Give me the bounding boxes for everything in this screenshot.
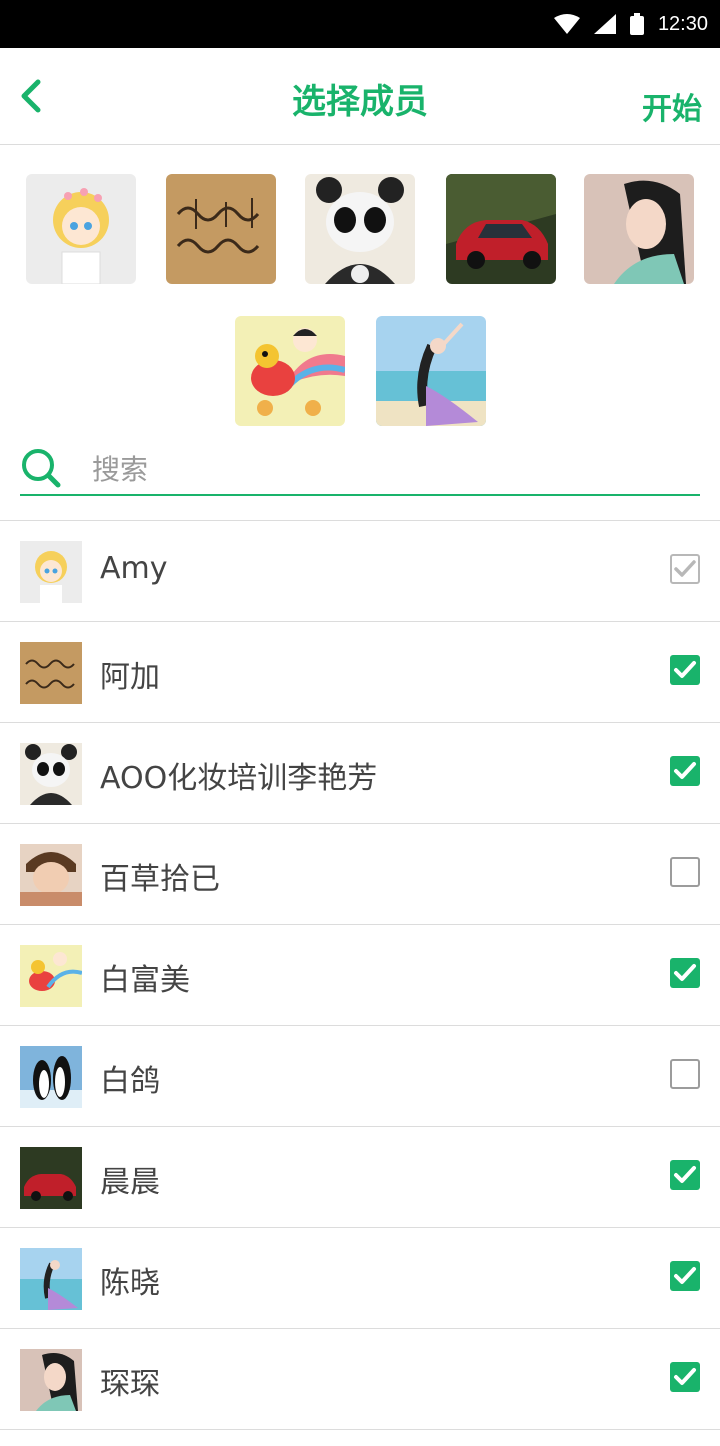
member-row[interactable]: Amy (0, 521, 720, 622)
start-button[interactable]: 开始 (642, 84, 702, 128)
navigation-bar: 选择成员 开始 (0, 48, 720, 145)
member-checkbox[interactable] (670, 958, 700, 988)
avatar (20, 541, 82, 603)
member-row[interactable]: 百草拾已 (0, 824, 720, 925)
beach-dancer-avatar-icon (376, 316, 486, 426)
member-list: Amy 阿加 AOO化妆培训李艳芳 百草拾已白富美白鸽晨晨陈晓琛琛 (0, 520, 720, 1430)
member-name: 琛琛 (100, 1367, 160, 1402)
panda-avatar-icon (305, 174, 415, 284)
member-name: 白富美 (100, 963, 190, 998)
avatar (20, 945, 82, 1007)
signal-icon (593, 14, 616, 34)
avatar (20, 743, 82, 805)
member-checkbox[interactable] (670, 1160, 700, 1190)
member-checkbox[interactable] (670, 1362, 700, 1392)
selected-avatar[interactable] (26, 174, 136, 284)
selected-avatar[interactable] (166, 174, 276, 284)
wifi-icon (553, 14, 580, 34)
anime-girl-avatar-icon (26, 174, 136, 284)
anime-girl-avatar-icon (20, 541, 82, 603)
selected-avatar[interactable] (376, 316, 486, 426)
avatar (20, 1046, 82, 1108)
red-car-avatar-icon (20, 1147, 82, 1209)
member-row[interactable]: 晨晨 (0, 1127, 720, 1228)
search-bar (20, 440, 700, 496)
selected-members-strip (0, 145, 720, 435)
penguins-avatar-icon (20, 1046, 82, 1108)
checkmark-icon (674, 1267, 696, 1284)
member-row[interactable]: AOO化妆培训李艳芳 (0, 723, 720, 824)
cartoon-bird-avatar-icon (235, 316, 345, 426)
member-row[interactable]: 阿加 (0, 622, 720, 723)
member-name: 陈晓 (100, 1266, 160, 1301)
search-icon (22, 449, 61, 488)
member-name: 白鸽 (100, 1064, 160, 1099)
avatar (20, 1248, 82, 1310)
avatar (20, 642, 82, 704)
selected-avatar[interactable] (584, 174, 694, 284)
avatar (20, 844, 82, 906)
member-row[interactable]: 陈晓 (0, 1228, 720, 1329)
selected-avatar[interactable] (446, 174, 556, 284)
calligraphy-avatar-icon (20, 642, 82, 704)
boy-photo-avatar-icon (20, 844, 82, 906)
member-name: 阿加 (100, 660, 160, 695)
woman-photo-avatar-icon (20, 1349, 82, 1411)
battery-icon (629, 13, 644, 35)
avatar (20, 1349, 82, 1411)
selected-avatar[interactable] (305, 174, 415, 284)
member-checkbox (670, 554, 700, 584)
search-input[interactable] (90, 448, 694, 490)
checkmark-icon (674, 762, 696, 779)
checkmark-icon (674, 661, 696, 678)
red-car-avatar-icon (446, 174, 556, 284)
member-name: 晨晨 (100, 1165, 160, 1200)
member-row[interactable]: 白富美 (0, 925, 720, 1026)
member-checkbox[interactable] (670, 655, 700, 685)
selected-avatar[interactable] (235, 316, 345, 426)
member-checkbox[interactable] (670, 1059, 700, 1089)
checkmark-icon (674, 560, 696, 577)
beach-dancer-avatar-icon (20, 1248, 82, 1310)
member-name: 百草拾已 (100, 862, 220, 897)
checkmark-icon (674, 1166, 696, 1183)
chevron-left-icon (21, 79, 41, 113)
member-row[interactable]: 白鸽 (0, 1026, 720, 1127)
member-checkbox[interactable] (670, 857, 700, 887)
calligraphy-avatar-icon (166, 174, 276, 284)
member-name: AOO化妆培训李艳芳 (100, 761, 378, 796)
checkmark-icon (674, 964, 696, 981)
page-title: 选择成员 (292, 82, 428, 122)
woman-photo-avatar-icon (584, 174, 694, 284)
cartoon-bird-avatar-icon (20, 945, 82, 1007)
member-checkbox[interactable] (670, 1261, 700, 1291)
checkmark-icon (674, 1368, 696, 1385)
member-checkbox[interactable] (670, 756, 700, 786)
back-button[interactable] (14, 76, 54, 116)
status-bar: 12:30 (0, 0, 720, 48)
member-row[interactable]: 琛琛 (0, 1329, 720, 1430)
avatar (20, 1147, 82, 1209)
member-name: Amy (100, 551, 168, 586)
panda-avatar-icon (20, 743, 82, 805)
clock: 12:30 (657, 12, 708, 35)
